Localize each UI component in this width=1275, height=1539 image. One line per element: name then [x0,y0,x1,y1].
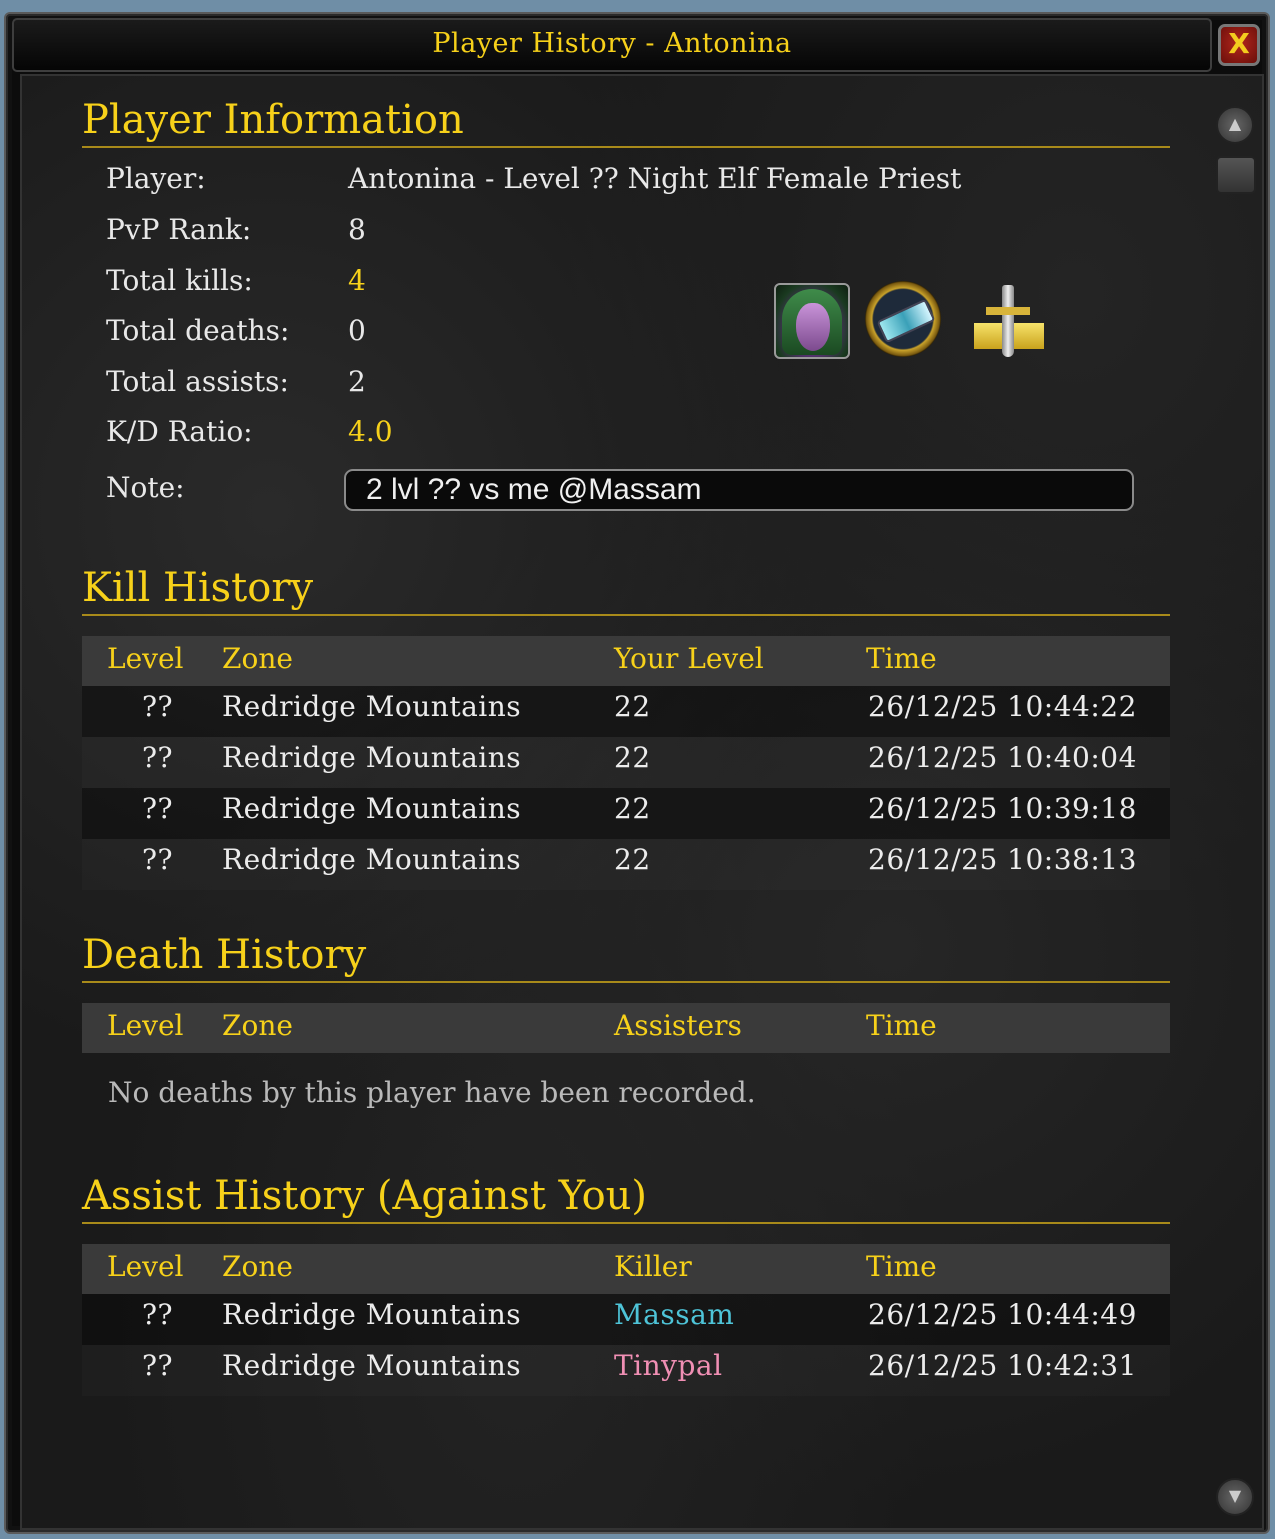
cell-level: ?? [142,843,174,876]
kill-history-header: Level Zone Your Level Time [82,636,1170,686]
total-assists-label: Total assists: [106,365,289,398]
content-panel: ▲ ▼ Player Information Player: Antonina … [20,74,1264,1530]
kd-ratio-value: 4.0 [348,415,393,448]
player-value: Antonina - Level ?? Night Elf Female Pri… [348,162,962,195]
player-information-heading: Player Information [82,96,1170,148]
total-deaths-label: Total deaths: [106,314,290,347]
cell-time: 26/12/25 10:39:18 [868,792,1137,825]
scroll-up-button[interactable]: ▲ [1216,106,1254,144]
night-elf-female-portrait-icon [774,283,850,359]
column-header-zone: Zone [222,642,293,675]
scrollbar-thumb[interactable] [1216,156,1256,194]
cell-your-level: 22 [614,843,651,876]
assist-history-header: Level Zone Killer Time [82,1244,1170,1294]
cell-your-level: 22 [614,690,651,723]
kd-ratio-label: K/D Ratio: [106,415,253,448]
cell-level: ?? [142,1349,174,1382]
column-header-level: Level [107,1009,184,1042]
column-header-level: Level [107,1250,184,1283]
column-header-time: Time [866,1009,937,1042]
column-header-assisters: Assisters [614,1009,742,1042]
cell-time: 26/12/25 10:42:31 [868,1349,1137,1382]
cell-level: ?? [142,1298,174,1331]
player-history-window: Player History - Antonina X ▲ ▼ Player I… [4,12,1270,1534]
cell-level: ?? [142,741,174,774]
assist-history-heading: Assist History (Against You) [82,1172,1170,1224]
pvp-rank-value: 8 [348,213,366,246]
note-input[interactable] [366,473,1106,507]
cell-zone: Redridge Mountains [222,1349,522,1382]
alliance-faction-icon [970,283,1046,359]
note-field[interactable] [344,469,1134,511]
column-header-your-level: Your Level [614,642,764,675]
death-history-heading: Death History [82,931,1170,983]
cell-killer[interactable]: Tinypal [614,1349,723,1382]
cell-your-level: 22 [614,741,651,774]
column-header-killer: Killer [614,1250,692,1283]
table-row[interactable]: ?? Redridge Mountains 22 26/12/25 10:39:… [82,788,1170,839]
kill-history-heading: Kill History [82,564,1170,616]
table-row[interactable]: ?? Redridge Mountains Massam 26/12/25 10… [82,1294,1170,1345]
table-row[interactable]: ?? Redridge Mountains 22 26/12/25 10:40:… [82,737,1170,788]
column-header-zone: Zone [222,1009,293,1042]
scroll-down-button[interactable]: ▼ [1216,1478,1254,1516]
cell-level: ?? [142,792,174,825]
close-button[interactable]: X [1218,24,1260,66]
window-title: Player History - Antonina [432,28,792,59]
table-row[interactable]: ?? Redridge Mountains Tinypal 26/12/25 1… [82,1345,1170,1396]
note-label: Note: [106,471,185,504]
no-deaths-message: No deaths by this player have been recor… [108,1076,756,1109]
pvp-rank-label: PvP Rank: [106,213,252,246]
player-label: Player: [106,162,206,195]
total-assists-value: 2 [348,365,366,398]
total-kills-value: 4 [348,264,366,297]
table-row[interactable]: ?? Redridge Mountains 22 26/12/25 10:38:… [82,839,1170,890]
total-kills-label: Total kills: [106,264,253,297]
cell-zone: Redridge Mountains [222,741,522,774]
cell-time: 26/12/25 10:44:22 [868,690,1137,723]
cell-zone: Redridge Mountains [222,843,522,876]
pvp-rank-icon [865,281,941,357]
death-history-header: Level Zone Assisters Time [82,1003,1170,1053]
column-header-level: Level [107,642,184,675]
cell-zone: Redridge Mountains [222,1298,522,1331]
cell-zone: Redridge Mountains [222,792,522,825]
total-deaths-value: 0 [348,314,366,347]
cell-zone: Redridge Mountains [222,690,522,723]
cell-level: ?? [142,690,174,723]
column-header-zone: Zone [222,1250,293,1283]
cell-your-level: 22 [614,792,651,825]
cell-killer[interactable]: Massam [614,1298,734,1331]
column-header-time: Time [866,642,937,675]
cell-time: 26/12/25 10:44:49 [868,1298,1137,1331]
column-header-time: Time [866,1250,937,1283]
cell-time: 26/12/25 10:40:04 [868,741,1137,774]
cell-time: 26/12/25 10:38:13 [868,843,1137,876]
title-bar[interactable]: Player History - Antonina [12,18,1212,72]
table-row[interactable]: ?? Redridge Mountains 22 26/12/25 10:44:… [82,686,1170,737]
